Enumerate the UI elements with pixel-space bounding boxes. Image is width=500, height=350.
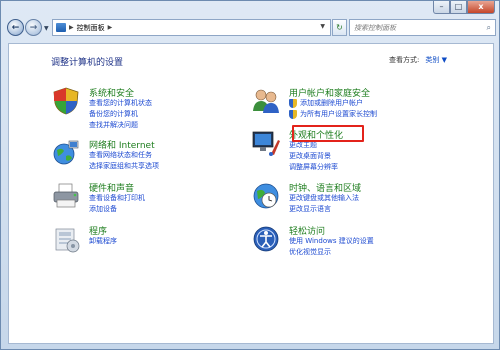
link-windows-recommended-settings[interactable]: 使用 Windows 建议的设置 (289, 236, 374, 247)
network-globe-icon[interactable] (51, 138, 81, 168)
link-troubleshoot[interactable]: 查找并解决问题 (89, 120, 152, 131)
link-parental-controls[interactable]: 为所有用户设置家长控制 (289, 109, 377, 120)
view-by: 查看方式: 类别 ▼ (389, 55, 447, 65)
link-homegroup-sharing[interactable]: 选择家庭组和共享选项 (89, 161, 159, 172)
users-icon[interactable] (251, 86, 281, 116)
category-links: 卸载程序 (89, 236, 117, 247)
link-text: 添加或删除用户帐户 (300, 99, 363, 107)
system-security-shield-icon[interactable] (51, 86, 81, 116)
navigation-bar: ← → ▼ ▶ 控制面板 ▶ ▼ ↻ 搜索控制面板 ⌕ (1, 13, 500, 43)
link-change-input-method[interactable]: 更改键盘或其他输入法 (289, 193, 359, 204)
breadcrumb-control-panel[interactable]: 控制面板 (77, 23, 105, 33)
link-add-remove-users[interactable]: 添加或删除用户帐户 (289, 98, 377, 109)
search-input[interactable]: 搜索控制面板 ⌕ (349, 19, 496, 36)
link-adjust-resolution[interactable]: 调整屏幕分辨率 (289, 162, 338, 173)
link-text: 为所有用户设置家长控制 (300, 110, 377, 118)
category-programs: 程序 卸载程序 (51, 224, 251, 254)
search-icon[interactable]: ⌕ (487, 23, 491, 33)
highlight-box (292, 125, 364, 142)
link-optimize-visual-display[interactable]: 优化视觉显示 (289, 247, 374, 258)
ease-of-access-icon[interactable] (251, 224, 281, 254)
category-links: 添加或删除用户帐户 为所有用户设置家长控制 (289, 98, 377, 120)
category-links: 查看您的计算机状态 备份您的计算机 查找并解决问题 (89, 98, 152, 131)
category-links: 查看设备和打印机 添加设备 (89, 193, 145, 215)
link-backup-computer[interactable]: 备份您的计算机 (89, 109, 152, 120)
refresh-button[interactable]: ↻ (332, 19, 347, 36)
category-user-accounts: 用户帐户和家庭安全 添加或删除用户帐户 为所有用户设置家长控制 (251, 86, 471, 124)
appearance-monitor-icon[interactable] (251, 128, 281, 158)
category-links: 更改键盘或其他输入法 更改显示语言 (289, 193, 359, 215)
link-change-display-language[interactable]: 更改显示语言 (289, 204, 359, 215)
link-add-device[interactable]: 添加设备 (89, 204, 145, 215)
category-ease-of-access: 轻松访问 使用 Windows 建议的设置 优化视觉显示 (251, 224, 471, 262)
search-placeholder: 搜索控制面板 (354, 23, 396, 32)
category-links: 使用 Windows 建议的设置 优化视觉显示 (289, 236, 374, 258)
breadcrumb-separator-icon[interactable]: ▶ (108, 24, 113, 31)
link-view-network-status[interactable]: 查看网络状态和任务 (89, 150, 159, 161)
page-title: 调整计算机的设置 (51, 58, 124, 68)
link-view-computer-status[interactable]: 查看您的计算机状态 (89, 98, 152, 109)
refresh-icon: ↻ (336, 23, 343, 32)
view-by-label: 查看方式: (389, 56, 420, 64)
category-network-internet: 网络和 Internet 查看网络状态和任务 选择家庭组和共享选项 (51, 138, 251, 176)
link-uninstall-program[interactable]: 卸载程序 (89, 236, 117, 247)
category-clock-language-region: 时钟、语言和区域 更改键盘或其他输入法 更改显示语言 (251, 181, 471, 219)
control-panel-icon (56, 23, 66, 32)
programs-icon[interactable] (51, 224, 81, 254)
address-bar[interactable]: ▶ 控制面板 ▶ ▼ (52, 19, 331, 36)
view-by-dropdown[interactable]: 类别 ▼ (425, 55, 447, 65)
uac-shield-icon (289, 99, 297, 108)
back-arrow-icon: ← (11, 22, 20, 33)
link-change-desktop-background[interactable]: 更改桌面背景 (289, 151, 338, 162)
category-links: 查看网络状态和任务 选择家庭组和共享选项 (89, 150, 159, 172)
address-dropdown-icon[interactable]: ▼ (320, 23, 325, 30)
title-bar[interactable]: – □ x (1, 1, 500, 14)
forward-button[interactable]: → (25, 19, 42, 36)
control-panel-window: – □ x ← → ▼ ▶ 控制面板 ▶ ▼ ↻ 搜索控制面板 ⌕ 调整计算机的… (0, 0, 500, 350)
uac-shield-icon (289, 110, 297, 119)
breadcrumb-separator-icon[interactable]: ▶ (69, 24, 74, 31)
back-button[interactable]: ← (7, 19, 24, 36)
category-hardware-sound: 硬件和声音 查看设备和打印机 添加设备 (51, 181, 251, 219)
category-system-security: 系统和安全 查看您的计算机状态 备份您的计算机 查找并解决问题 (51, 86, 251, 131)
recent-pages-dropdown-icon[interactable]: ▼ (44, 25, 49, 32)
link-view-devices-printers[interactable]: 查看设备和打印机 (89, 193, 145, 204)
category-links: 更改主题 更改桌面背景 调整屏幕分辨率 (289, 140, 338, 173)
content-pane: 调整计算机的设置 查看方式: 类别 ▼ 系统和安全 查看您的计算机状态 备份您的… (8, 43, 494, 344)
printer-icon[interactable] (51, 181, 81, 211)
forward-arrow-icon: → (29, 22, 38, 33)
clock-globe-icon[interactable] (251, 181, 281, 211)
